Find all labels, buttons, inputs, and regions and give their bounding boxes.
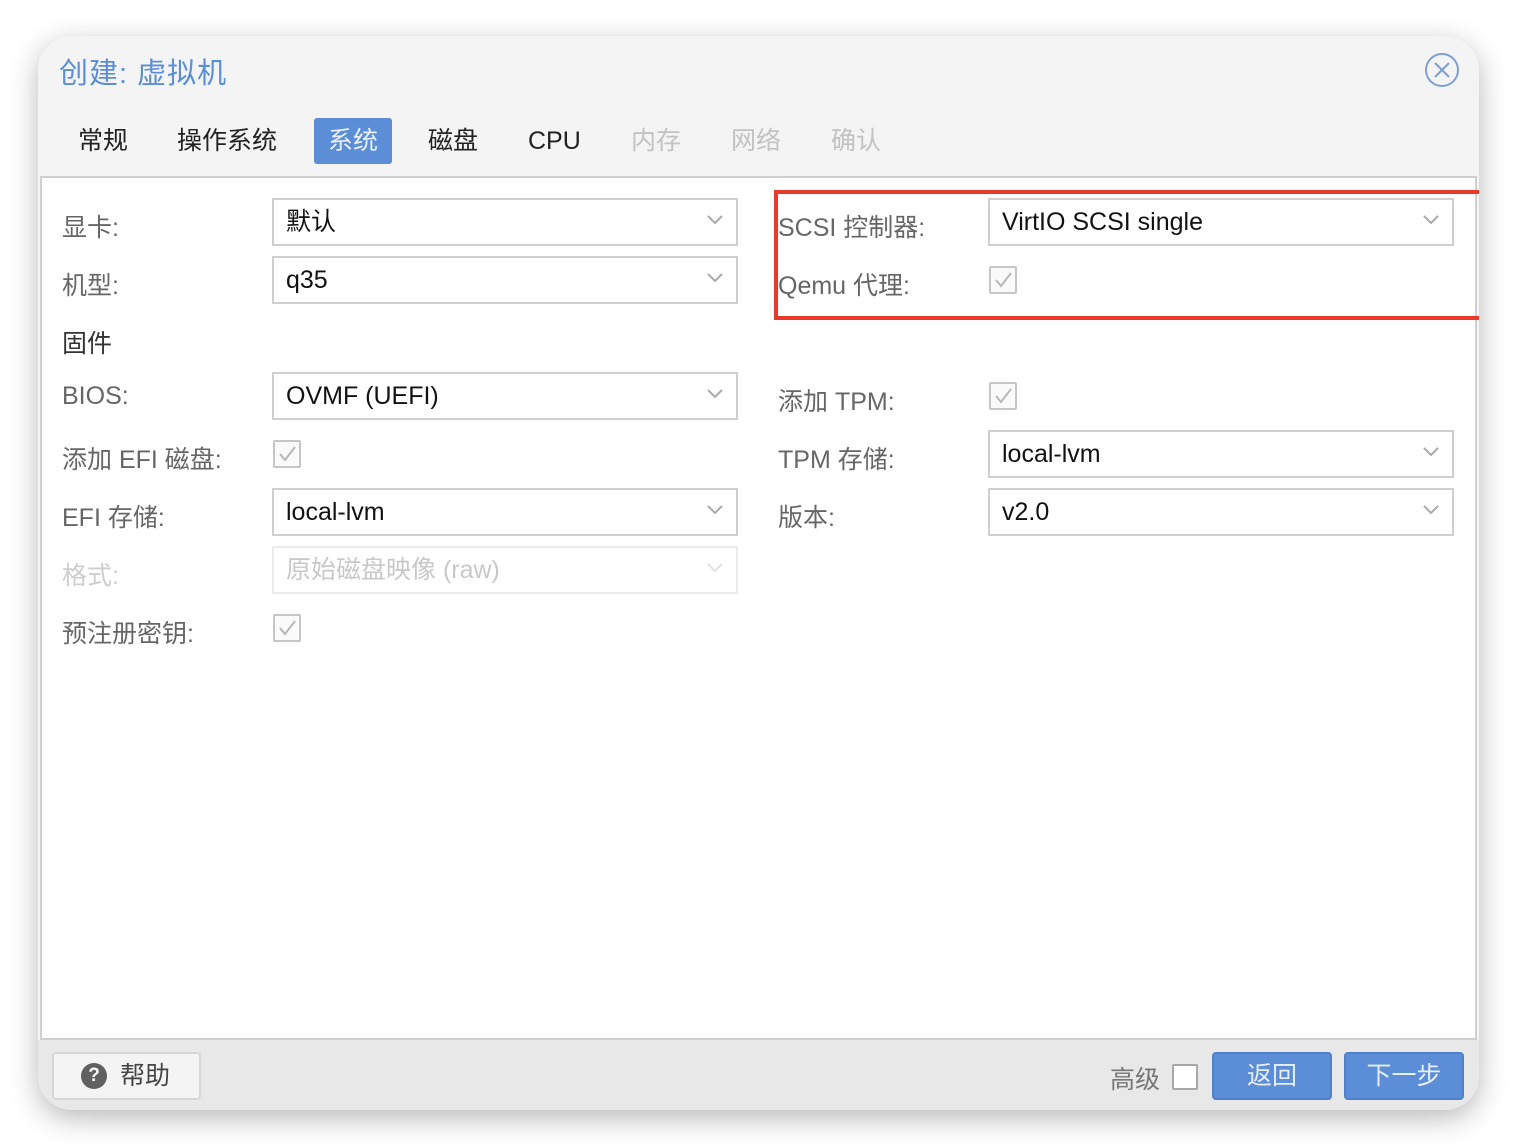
dialog-footer: ? 帮助 高级 返回 下一步 xyxy=(38,1040,1479,1110)
bios-label: BIOS: xyxy=(62,382,129,410)
tpm-storage-label: TPM 存储: xyxy=(778,446,895,474)
chevron-down-icon xyxy=(1423,215,1439,225)
machine-label: 机型: xyxy=(62,272,119,300)
version-label: 版本: xyxy=(778,504,835,532)
chevron-down-icon xyxy=(707,505,723,515)
advanced-label: 高级 xyxy=(1110,1066,1161,1094)
tpm-storage-value: local-lvm xyxy=(1002,440,1101,468)
efi-storage-label: EFI 存储: xyxy=(62,504,165,532)
tab-confirm: 确认 xyxy=(831,127,882,155)
checkmark-icon xyxy=(995,272,1012,288)
graphics-value: 默认 xyxy=(286,208,337,236)
add-efi-disk-label: 添加 EFI 磁盘: xyxy=(62,446,222,474)
version-value: v2.0 xyxy=(1002,498,1050,526)
help-label: 帮助 xyxy=(120,1062,171,1090)
tab-os[interactable]: 操作系统 xyxy=(163,118,291,164)
add-efi-disk-checkbox[interactable] xyxy=(273,440,301,468)
add-tpm-label: 添加 TPM: xyxy=(778,388,895,416)
chevron-down-icon xyxy=(1423,447,1439,457)
tab-system[interactable]: 系统 xyxy=(314,118,393,164)
version-select[interactable]: v2.0 xyxy=(988,488,1454,536)
pre-enroll-keys-checkbox[interactable] xyxy=(273,614,301,642)
tab-general[interactable]: 常规 xyxy=(64,118,142,164)
tab-cpu[interactable]: CPU xyxy=(514,118,595,164)
system-panel: 显卡: 默认 机型: q35 固件 BIOS: OVMF (UEFI) 添加 E… xyxy=(40,176,1479,1040)
qemu-agent-label: Qemu 代理: xyxy=(778,272,910,300)
chevron-down-icon xyxy=(707,215,723,225)
graphics-label: 显卡: xyxy=(62,214,119,242)
tpm-storage-select[interactable]: local-lvm xyxy=(988,430,1454,478)
tab-disks[interactable]: 磁盘 xyxy=(414,118,492,164)
machine-select[interactable]: q35 xyxy=(272,256,738,304)
next-button[interactable]: 下一步 xyxy=(1344,1052,1464,1100)
help-button[interactable]: ? 帮助 xyxy=(52,1052,201,1100)
chevron-down-icon xyxy=(707,389,723,399)
format-value: 原始磁盘映像 (raw) xyxy=(286,556,500,584)
chevron-down-icon xyxy=(707,273,723,283)
tab-network: 网络 xyxy=(731,127,782,155)
add-tpm-checkbox[interactable] xyxy=(989,382,1017,410)
chevron-down-icon xyxy=(707,563,723,573)
graphics-select[interactable]: 默认 xyxy=(272,198,738,246)
pre-enroll-keys-label: 预注册密钥: xyxy=(62,620,194,648)
chevron-down-icon xyxy=(1423,505,1439,515)
create-vm-dialog: 创建: 虚拟机 常规 操作系统 系统 磁盘 CPU 内存 网络 确认 显卡: 默… xyxy=(38,36,1479,1110)
dialog-title: 创建: 虚拟机 xyxy=(59,58,228,90)
advanced-checkbox[interactable] xyxy=(1172,1064,1198,1090)
question-circle-icon: ? xyxy=(81,1063,107,1089)
close-icon xyxy=(1434,62,1450,78)
qemu-agent-checkbox[interactable] xyxy=(989,266,1017,294)
scsi-controller-select[interactable]: VirtIO SCSI single xyxy=(988,198,1454,246)
machine-value: q35 xyxy=(286,266,328,294)
firmware-heading: 固件 xyxy=(62,330,113,358)
checkmark-icon xyxy=(279,446,296,462)
back-button[interactable]: 返回 xyxy=(1212,1052,1332,1100)
efi-storage-select[interactable]: local-lvm xyxy=(272,488,738,536)
tab-memory: 内存 xyxy=(631,127,682,155)
efi-storage-value: local-lvm xyxy=(286,498,385,526)
scsi-controller-value: VirtIO SCSI single xyxy=(1002,208,1204,236)
format-label: 格式: xyxy=(62,562,119,590)
close-button[interactable] xyxy=(1425,53,1459,87)
bios-select[interactable]: OVMF (UEFI) xyxy=(272,372,738,420)
checkmark-icon xyxy=(995,388,1012,404)
checkmark-icon xyxy=(279,620,296,636)
scsi-controller-label: SCSI 控制器: xyxy=(778,214,926,242)
bios-value: OVMF (UEFI) xyxy=(286,382,439,410)
format-select: 原始磁盘映像 (raw) xyxy=(272,546,738,594)
